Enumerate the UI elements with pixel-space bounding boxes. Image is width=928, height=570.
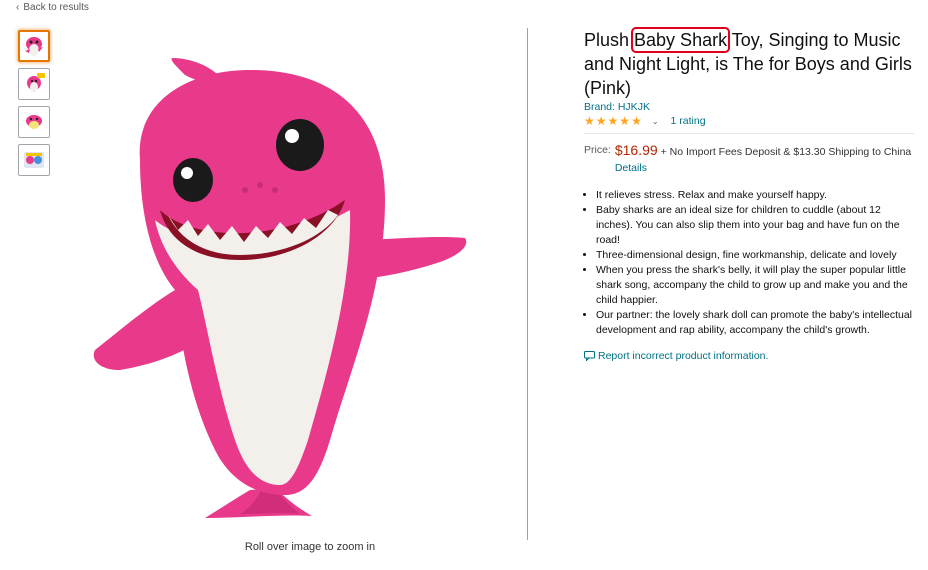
price-row: Price: $16.99 + No Import Fees Deposit &…: [584, 142, 914, 176]
thumbnail-shark-side-icon: [26, 115, 42, 129]
list-item: Baby sharks are an ideal size for childr…: [596, 203, 914, 248]
thumbnail-shark-logo-icon: [27, 73, 45, 92]
list-item: Our partner: the lovely shark doll can p…: [596, 308, 914, 338]
title-prefix: Plush: [584, 30, 635, 50]
price-label: Price:: [584, 144, 611, 156]
thumbnail-2[interactable]: [18, 68, 50, 100]
main-product-image[interactable]: [80, 40, 500, 520]
chevron-down-icon[interactable]: ⌄: [652, 117, 659, 126]
chevron-left-icon: ‹: [16, 2, 20, 13]
list-item: Three-dimensional design, fine workmansh…: [596, 248, 914, 263]
title-highlight: Baby Shark: [631, 27, 731, 53]
details-link[interactable]: Details: [615, 162, 647, 174]
vertical-divider: [527, 28, 528, 540]
brand-link[interactable]: Brand: HJKJK: [584, 101, 914, 113]
list-item: When you press the shark's belly, it wil…: [596, 263, 914, 308]
report-incorrect-info-link[interactable]: Report incorrect product information.: [584, 350, 914, 362]
price-note: + No Import Fees Deposit & $13.30 Shippi…: [657, 146, 912, 158]
rating-count-link[interactable]: 1 rating: [671, 115, 706, 127]
price-block: $16.99 + No Import Fees Deposit & $13.30…: [615, 142, 914, 176]
thumbnail-shark-icon: [25, 37, 43, 56]
divider: [584, 133, 914, 134]
star-rating[interactable]: ★ ★ ★ ★ ★: [584, 115, 642, 127]
report-label: Report incorrect product information.: [598, 350, 769, 362]
back-to-results-label: Back to results: [23, 2, 89, 13]
thumbnail-4[interactable]: [18, 144, 50, 176]
thumbnail-1[interactable]: [18, 30, 50, 62]
product-title: Plush Baby Shark Toy, Singing to Music a…: [584, 27, 914, 100]
thumbnail-box-icon: [24, 152, 44, 168]
star-icon: ★: [595, 114, 607, 128]
feature-bullets: It relieves stress. Relax and make yours…: [596, 188, 914, 338]
price-value: $16.99: [614, 142, 658, 158]
list-item: It relieves stress. Relax and make yours…: [596, 188, 914, 203]
speech-bubble-icon: [584, 351, 595, 361]
pink-shark-plush-image: [93, 58, 467, 518]
back-to-results-link[interactable]: ‹ Back to results: [16, 2, 89, 13]
rating-row: ★ ★ ★ ★ ★ ⌄ 1 rating: [584, 115, 914, 127]
star-icon: ★: [584, 114, 595, 128]
star-icon: ★: [631, 114, 642, 128]
zoom-hint: Roll over image to zoom in: [244, 541, 376, 553]
product-info: Plush Baby Shark Toy, Singing to Music a…: [584, 27, 914, 362]
thumbnail-strip: [18, 30, 52, 182]
star-icon: ★: [607, 114, 619, 128]
star-icon: ★: [619, 114, 631, 128]
thumbnail-3[interactable]: [18, 106, 50, 138]
